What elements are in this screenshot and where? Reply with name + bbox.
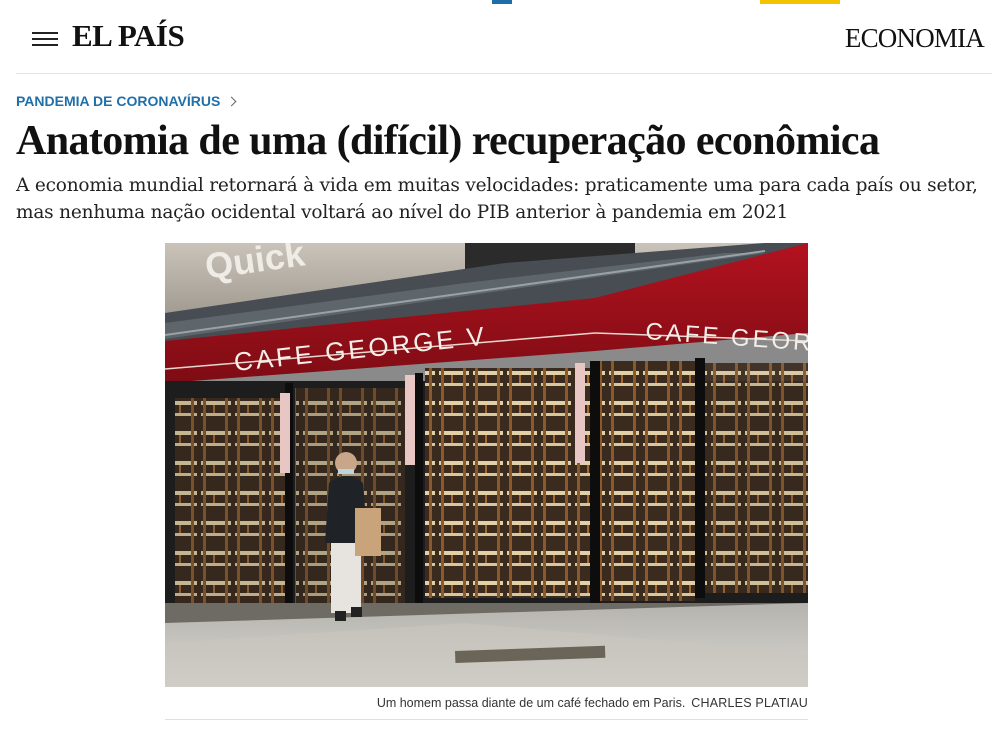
caption-text: Um homem passa diante de um café fechado… <box>376 696 686 710</box>
caption-divider <box>165 719 808 720</box>
article-headline: Anatomia de uma (difícil) recuperação ec… <box>16 118 880 164</box>
hamburger-menu-icon[interactable] <box>32 32 58 48</box>
photo-credit: CHARLES PLATIAU <box>691 696 808 710</box>
site-logo[interactable]: EL PAÍS <box>72 18 185 54</box>
section-title[interactable]: ECONOMIA <box>845 23 985 54</box>
article-subtitle: A economia mundial retornará à vida em m… <box>16 175 978 223</box>
kicker-link[interactable]: PANDEMIA DE CORONAVÍRUS <box>16 93 237 109</box>
article-photo: Quick CAFE GEORGE V CAFE GEORGE V <box>165 243 808 687</box>
site-header: EL PAÍS ECONOMIA <box>16 4 992 74</box>
chevron-right-icon <box>226 96 237 107</box>
kicker-label: PANDEMIA DE CORONAVÍRUS <box>16 93 221 109</box>
photo-caption: Um homem passa diante de um café fechado… <box>165 696 808 710</box>
